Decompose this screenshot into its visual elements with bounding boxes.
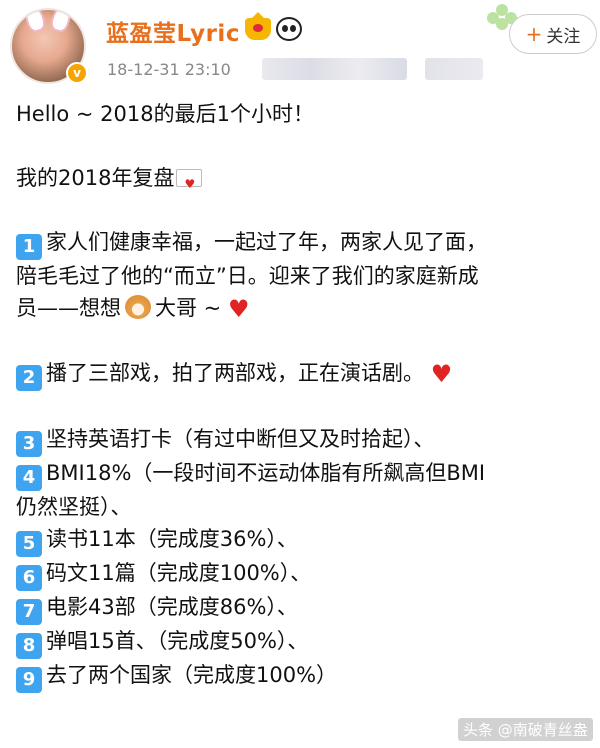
- follow-button[interactable]: + 关注: [509, 14, 597, 54]
- plus-icon: +: [525, 22, 543, 46]
- number-2-icon: 2: [16, 365, 42, 391]
- avatar[interactable]: v: [10, 8, 88, 84]
- post-line: Hello ~ 2018的最后1个小时！: [16, 102, 314, 126]
- list-item: 8 弹唱15首、（完成度50%）、: [16, 625, 591, 659]
- watermark: 头条 @南破青丝盎: [458, 718, 593, 741]
- number-3-icon: 3: [16, 431, 42, 457]
- list-item: 4 BMI18%（一段时间不运动体脂有所飙高但BMI: [16, 457, 591, 491]
- panda-icon: [276, 17, 302, 41]
- post-line: 员——想想 大哥 ~ ♥: [16, 292, 591, 325]
- username[interactable]: 蓝盈莹Lyric: [106, 14, 240, 48]
- dog-face-icon: [125, 295, 151, 319]
- number-5-icon: 5: [16, 531, 42, 557]
- item-text: 去了两个国家（完成度100%）: [46, 663, 338, 687]
- item-text: 播了三部戏，拍了两部戏，正在演话剧。: [46, 361, 424, 385]
- list-item: 3 坚持英语打卡（有过中断但又及时拾起）、: [16, 423, 591, 457]
- item-text: 读书11本（完成度36%）、: [46, 527, 298, 551]
- list-item: 5 读书11本（完成度36%）、: [16, 523, 591, 557]
- post-header: v 蓝盈莹Lyric 18-12-31 23:10 + 关注: [0, 0, 600, 92]
- item-text: 电影43部（完成度86%）、: [46, 595, 298, 619]
- list-item: 6 码文11篇（完成度100%）、: [16, 557, 591, 591]
- number-4-icon: 4: [16, 465, 42, 491]
- post-line: 陪毛毛过了他的“而立”日。迎来了我们的家庭新成: [16, 264, 479, 288]
- blurred-source-info: [262, 58, 407, 80]
- item-text: 弹唱15首、（完成度50%）、: [46, 629, 309, 653]
- crown-icon: [245, 12, 271, 40]
- number-1-icon: 1: [16, 234, 42, 260]
- item-text: 坚持英语打卡（有过中断但又及时拾起）、: [46, 427, 435, 451]
- post-body: Hello ~ 2018的最后1个小时！ 我的2018年复盘 1家人们健康幸福，…: [16, 98, 591, 693]
- number-7-icon: 7: [16, 599, 42, 625]
- list-item: 9 去了两个国家（完成度100%）: [16, 659, 591, 693]
- item-text: 员——想想: [16, 296, 121, 320]
- post-line: 仍然坚挺）、: [16, 495, 132, 519]
- list-item: 1 家人们健康幸福，一起过了年，两家人见了面，: [16, 226, 591, 260]
- verified-badge-icon: v: [66, 62, 88, 84]
- item-text: BMI18%（一段时间不运动体脂有所飙高但BMI: [46, 461, 486, 485]
- list-item: 2 播了三部戏，拍了两部戏，正在演话剧。 ♥: [16, 357, 591, 391]
- red-heart-icon: ♥: [430, 360, 453, 388]
- post-text: 我的2018年复盘: [16, 166, 175, 190]
- item-text: 大哥 ~: [155, 296, 222, 320]
- blurred-extra-info: [425, 58, 483, 80]
- item-text: 码文11篇（完成度100%）、: [46, 561, 312, 585]
- red-heart-icon: ♥: [227, 295, 250, 323]
- list-item: 7 电影43部（完成度86%）、: [16, 591, 591, 625]
- love-letter-icon: [176, 168, 203, 200]
- bunny-ear-left: [22, 10, 48, 35]
- bunny-ear-right: [48, 10, 74, 35]
- number-6-icon: 6: [16, 565, 42, 591]
- post-line: 我的2018年复盘: [16, 162, 591, 200]
- number-9-icon: 9: [16, 667, 42, 693]
- number-8-icon: 8: [16, 633, 42, 659]
- post-timestamp[interactable]: 18-12-31 23:10: [107, 60, 231, 79]
- follow-label: 关注: [546, 26, 581, 47]
- item-text: 家人们健康幸福，一起过了年，两家人见了面，: [46, 230, 487, 254]
